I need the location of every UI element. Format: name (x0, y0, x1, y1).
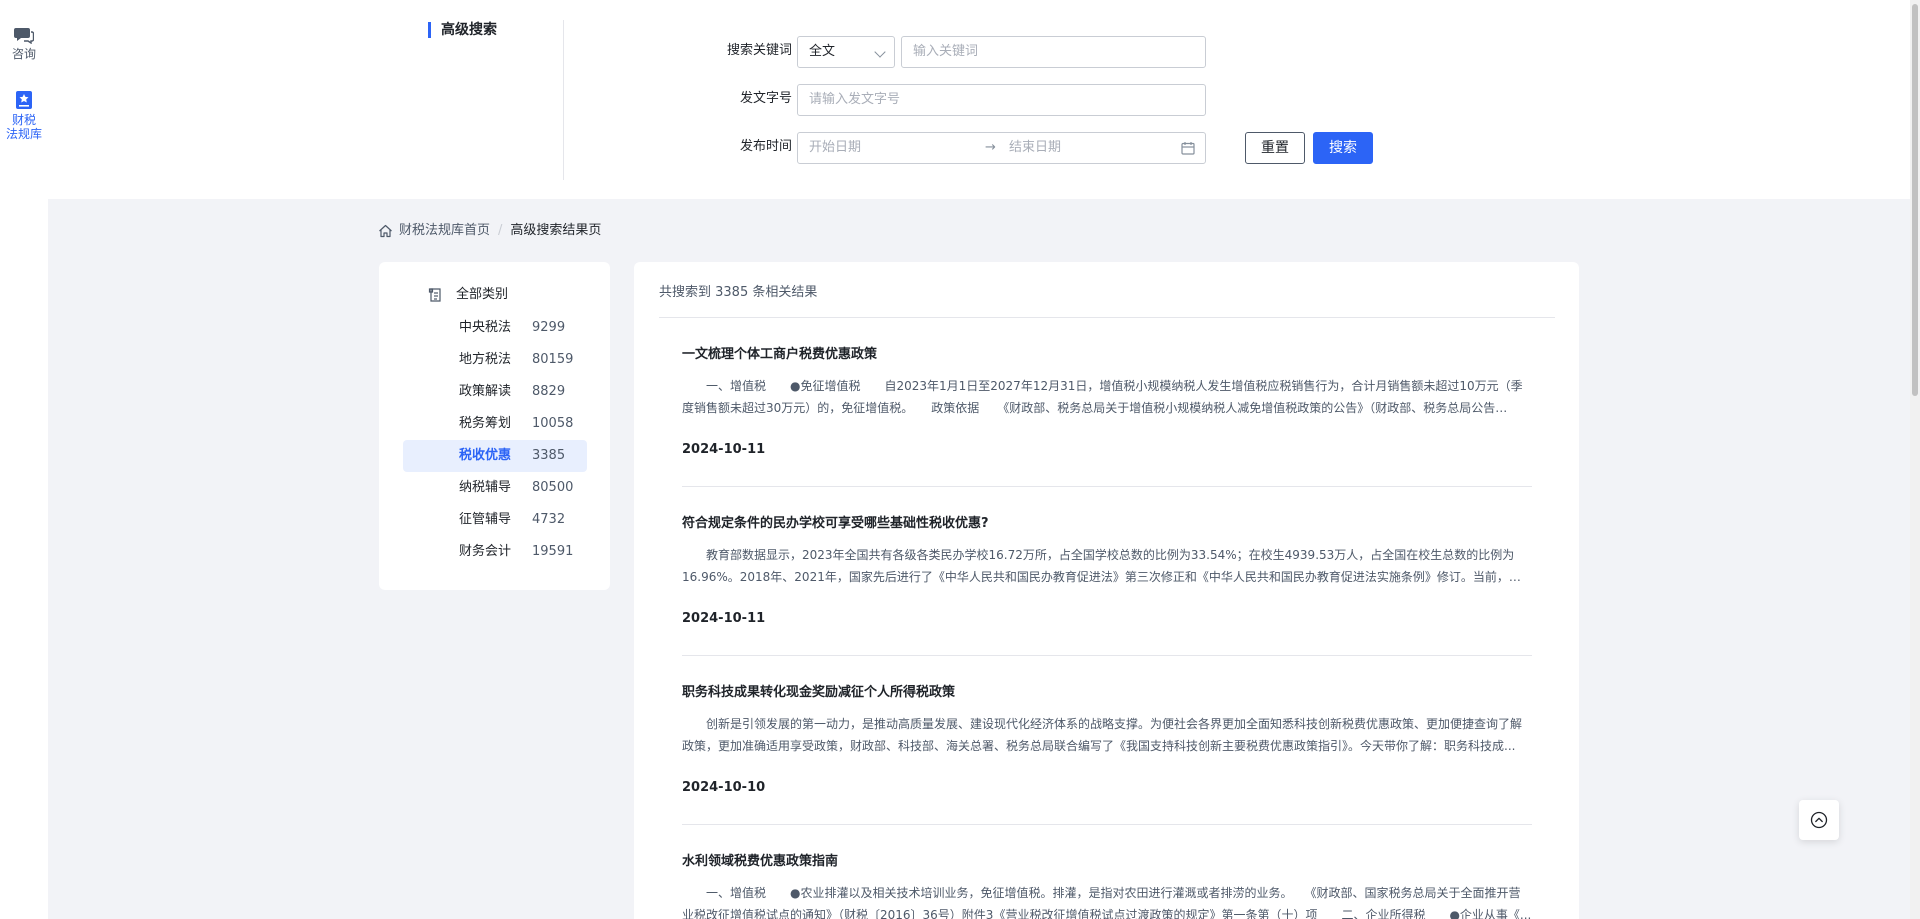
category-count: 80500 (532, 480, 574, 495)
category-count: 80159 (532, 352, 574, 367)
search-scope-select[interactable]: 全文 (797, 36, 895, 68)
category-count: 9299 (532, 320, 566, 335)
category-item[interactable]: 中央税法 9299 (403, 312, 587, 344)
results-summary: 共搜索到 3385 条相关结果 (659, 285, 818, 300)
category-name: 地方税法 (459, 352, 512, 367)
rail-item-consult[interactable]: 咨询 (0, 26, 48, 61)
date-range-arrow: → (985, 140, 996, 155)
keyword-input[interactable] (913, 37, 1194, 66)
doc-number-label: 发文字号 (739, 91, 792, 106)
page-scrollbar-thumb[interactable] (1912, 4, 1918, 396)
result-item: 水利领域税费优惠政策指南 一、增值税 ●农业排灌以及相关技术培训业务，免征增值税… (682, 853, 1532, 919)
result-title-link[interactable]: 水利领域税费优惠政策指南 (682, 853, 1532, 871)
category-item[interactable]: 政策解读 8829 (403, 376, 587, 408)
result-divider (682, 655, 1532, 656)
result-title-link[interactable]: 职务科技成果转化现金奖励减征个人所得税政策 (682, 684, 1532, 702)
result-item: 符合规定条件的民办学校可享受哪些基础性税收优惠? 教育部数据显示，2023年全国… (682, 515, 1532, 628)
result-divider (682, 486, 1532, 487)
advanced-search-panel: 高级搜索 搜索关键词 全文 发文字号 发布时间 开始日期 → 结束日期 重置 搜… (48, 0, 1910, 199)
breadcrumb-current: 高级搜索结果页 (510, 223, 602, 238)
result-item: 一文梳理个体工商户税费优惠政策 一、增值税 ●免征增值税 自2023年1月1日至… (682, 346, 1532, 459)
result-item: 职务科技成果转化现金奖励减征个人所得税政策 创新是引领发展的第一动力，是推动高质… (682, 684, 1532, 797)
category-item[interactable]: 地方税法 80159 (403, 344, 587, 376)
back-to-top-button[interactable] (1799, 800, 1839, 840)
rail-item-law-library[interactable]: 财税 法规库 (0, 90, 48, 141)
left-rail: 咨询 财税 法规库 (0, 0, 48, 919)
category-count: 10058 (532, 416, 574, 431)
keyword-field (901, 36, 1206, 68)
reset-button[interactable]: 重置 (1245, 132, 1305, 164)
start-date-input[interactable]: 开始日期 (809, 133, 861, 163)
rail-item-law-library-label-1: 财税 (11, 113, 36, 127)
category-item[interactable]: 财务会计 19591 (403, 536, 587, 568)
chat-icon (14, 28, 34, 44)
advanced-search-title: 高级搜索 (428, 22, 497, 38)
category-all[interactable]: 全部类别 (428, 286, 508, 304)
rail-item-law-library-label-2: 法规库 (5, 127, 42, 141)
category-name: 纳税辅导 (459, 480, 512, 495)
category-item-active[interactable]: 税收优惠 3385 (403, 440, 587, 472)
doc-number-input[interactable] (809, 85, 1194, 114)
category-count: 8829 (532, 384, 566, 399)
category-item[interactable]: 征管辅导 4732 (403, 504, 587, 536)
result-date: 2024-10-10 (682, 780, 766, 795)
date-range-picker[interactable]: 开始日期 → 结束日期 (797, 132, 1206, 164)
result-snippet: 一、增值税 ●农业排灌以及相关技术培训业务，免征增值税。排灌，是指对农田进行灌溉… (682, 886, 1532, 919)
arrow-up-circle-icon (1810, 811, 1828, 829)
category-count: 4732 (532, 512, 566, 527)
home-icon (379, 224, 392, 238)
publish-date-label: 发布时间 (739, 139, 792, 154)
keyword-label: 搜索关键词 (726, 43, 792, 58)
search-scope-value: 全文 (809, 44, 836, 59)
result-snippet: 创新是引领发展的第一动力，是推动高质量发展、建设现代化经济体系的战略支撑。为便社… (682, 717, 1523, 753)
end-date-input[interactable]: 结束日期 (1009, 133, 1061, 163)
results-divider (659, 317, 1555, 318)
category-panel: 全部类别 中央税法 9299 地方税法 80159 政策解读 8829 税务筹划… (379, 262, 610, 590)
breadcrumb-home-link[interactable]: 财税法规库首页 (399, 222, 490, 240)
category-item[interactable]: 纳税辅导 80500 (403, 472, 587, 504)
result-date: 2024-10-11 (682, 442, 766, 457)
calendar-icon (1181, 142, 1195, 155)
vertical-divider (563, 20, 564, 180)
breadcrumb: 财税法规库首页 / 高级搜索结果页 (378, 222, 601, 240)
category-all-label: 全部类别 (456, 287, 509, 302)
doc-number-field (797, 84, 1206, 116)
category-name: 税收优惠 (459, 448, 512, 463)
category-count: 3385 (532, 448, 566, 463)
category-name: 税务筹划 (459, 416, 512, 431)
result-snippet: 教育部数据显示，2023年全国共有各级各类民办学校16.72万所，占全国学校总数… (682, 548, 1521, 584)
chevron-down-icon (874, 46, 886, 58)
category-list-icon (428, 288, 441, 302)
category-name: 政策解读 (459, 384, 512, 399)
category-name: 征管辅导 (459, 512, 512, 527)
law-library-icon (16, 91, 32, 109)
category-item[interactable]: 税务筹划 10058 (403, 408, 587, 440)
breadcrumb-separator: / (498, 223, 503, 238)
result-snippet: 一、增值税 ●免征增值税 自2023年1月1日至2027年12月31日，增值税小… (682, 379, 1523, 415)
category-name: 财务会计 (459, 544, 512, 559)
results-panel: 共搜索到 3385 条相关结果 一文梳理个体工商户税费优惠政策 一、增值税 ●免… (634, 262, 1579, 919)
result-title-link[interactable]: 一文梳理个体工商户税费优惠政策 (682, 346, 1532, 364)
search-button[interactable]: 搜索 (1313, 132, 1373, 164)
result-title-link[interactable]: 符合规定条件的民办学校可享受哪些基础性税收优惠? (682, 515, 1532, 533)
category-name: 中央税法 (459, 320, 512, 335)
result-divider (682, 824, 1532, 825)
rail-item-consult-label: 咨询 (11, 47, 36, 61)
category-count: 19591 (532, 544, 574, 559)
result-date: 2024-10-11 (682, 611, 766, 626)
